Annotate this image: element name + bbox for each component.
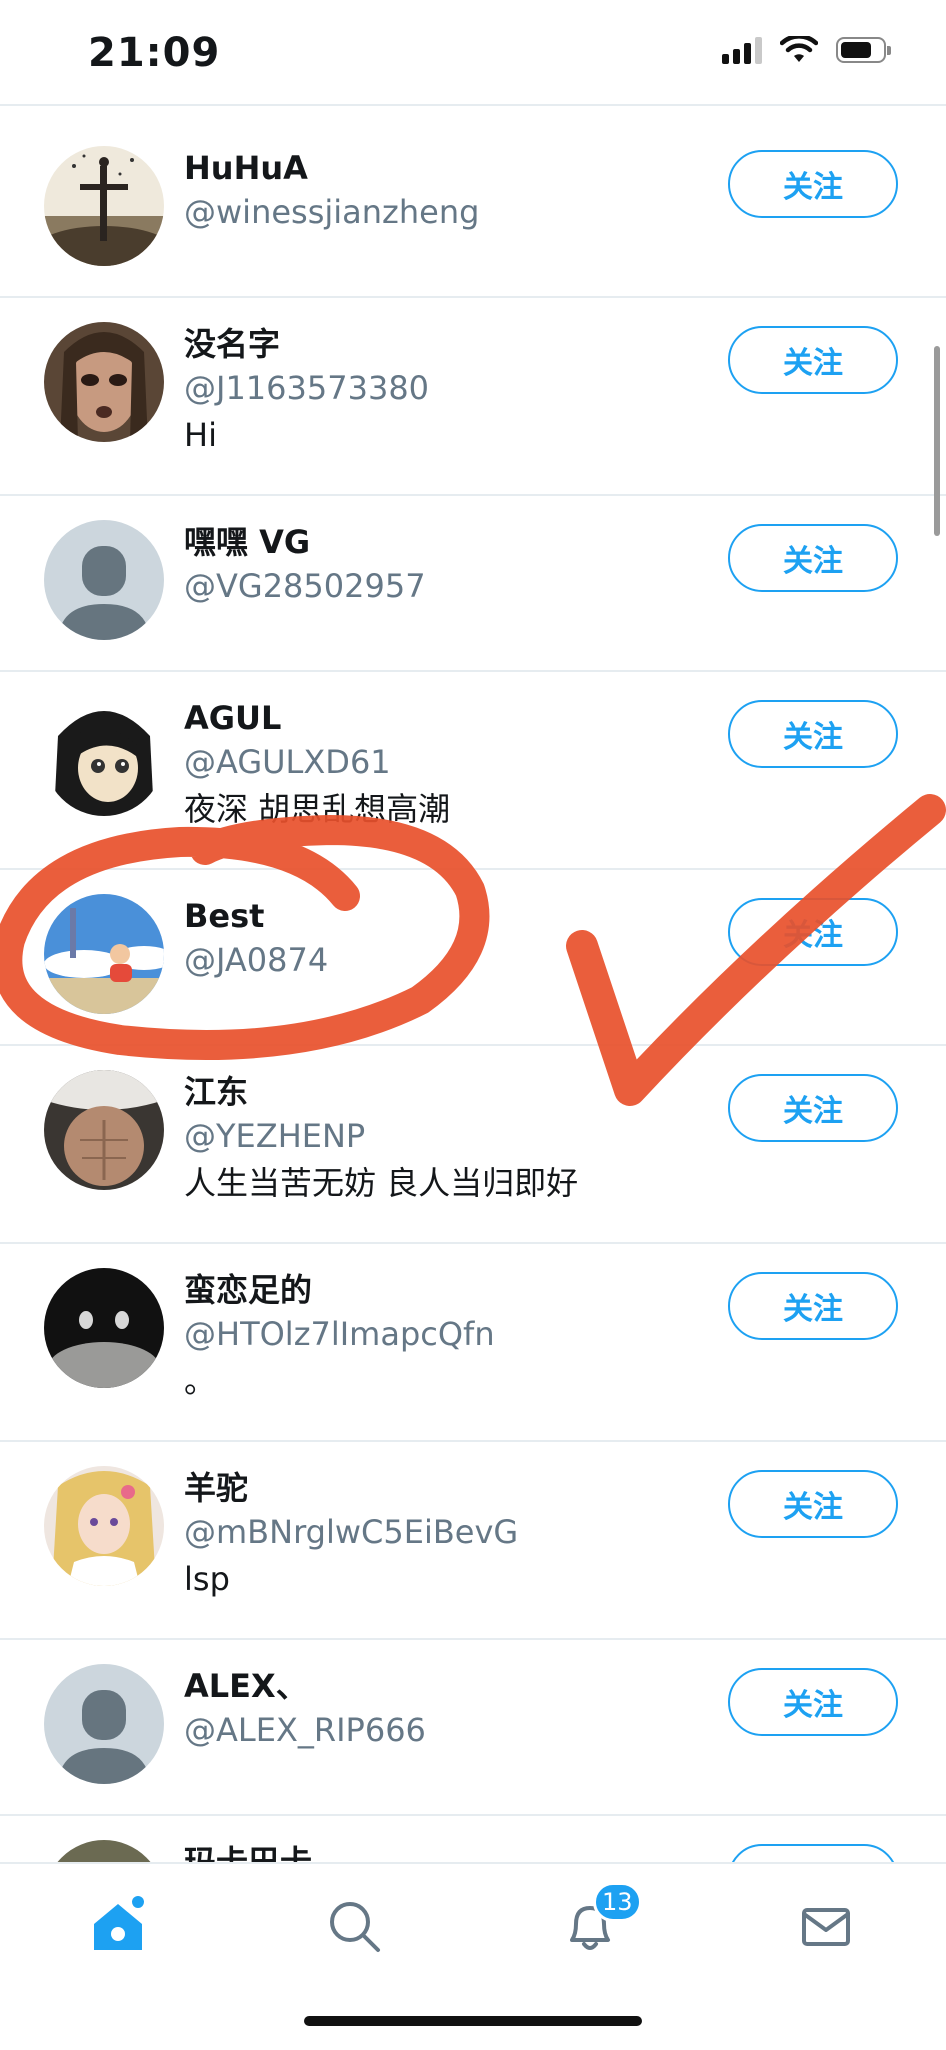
follow-button[interactable]: 关注	[728, 1074, 898, 1142]
cellular-signal-icon	[722, 36, 762, 64]
follow-button[interactable]: 关注	[728, 1668, 898, 1736]
user-info: Best @JA0874	[184, 894, 704, 982]
follow-button[interactable]: 关注	[728, 700, 898, 768]
follow-button[interactable]: 关注	[728, 150, 898, 218]
default-avatar-icon[interactable]	[44, 1664, 164, 1784]
avatar[interactable]	[44, 1466, 164, 1586]
home-icon	[94, 1896, 144, 1950]
mail-icon	[802, 1908, 850, 1946]
default-avatar-icon[interactable]	[44, 520, 164, 640]
user-info: ALEX、 @ALEX_RIP666	[184, 1664, 704, 1752]
user-name: 没名字	[184, 325, 281, 363]
user-bio: 。	[184, 1362, 217, 1400]
list-item[interactable]: AGUL @AGULXD61 夜深 胡思乱想高潮 关注	[0, 672, 946, 870]
search-icon	[330, 1902, 380, 1952]
user-handle: @J1163573380	[184, 369, 430, 407]
user-handle: @AGULXD61	[184, 743, 391, 781]
user-name: 蛮恋足的	[184, 1271, 313, 1309]
follow-button[interactable]: 关注	[728, 1844, 898, 1862]
user-bio: 夜深 胡思乱想高潮	[184, 790, 451, 828]
user-handle: @VG28502957	[184, 567, 426, 605]
user-bio: 人生当苦无妨 良人当归即好	[184, 1164, 579, 1202]
list-item[interactable]: 玛卡巴卡 关注	[0, 1816, 946, 1862]
user-info: 玛卡巴卡	[184, 1840, 704, 1862]
user-info: 没名字 @J1163573380 Hi	[184, 322, 704, 460]
user-name: HuHuA	[184, 149, 308, 187]
wifi-icon	[780, 36, 818, 62]
user-name: 玛卡巴卡	[184, 1843, 313, 1862]
follow-button[interactable]: 关注	[728, 1470, 898, 1538]
follow-button[interactable]: 关注	[728, 1272, 898, 1340]
tab-search[interactable]	[322, 1894, 386, 1958]
list-item[interactable]: 蛮恋足的 @HTOlz7lImapcQfn 。 关注	[0, 1244, 946, 1442]
user-name: 羊驼	[184, 1469, 249, 1507]
user-handle: @JA0874	[184, 941, 329, 979]
user-name: 江东	[184, 1073, 249, 1111]
follow-button[interactable]: 关注	[728, 524, 898, 592]
avatar[interactable]	[44, 322, 164, 442]
status-bar: 21:09	[0, 0, 946, 104]
status-icons	[722, 36, 891, 64]
avatar[interactable]	[44, 1268, 164, 1388]
user-bio: Hi	[184, 416, 217, 454]
avatar[interactable]	[44, 894, 164, 1014]
avatar[interactable]	[44, 1070, 164, 1190]
user-name: ALEX、	[184, 1667, 308, 1705]
user-info: HuHuA @winessjianzheng	[184, 146, 704, 234]
avatar[interactable]	[44, 146, 164, 266]
list-item[interactable]: 羊驼 @mBNrglwC5EiBevG lsp 关注	[0, 1442, 946, 1640]
user-handle: @HTOlz7lImapcQfn	[184, 1315, 495, 1353]
follow-button[interactable]: 关注	[728, 898, 898, 966]
list-item[interactable]: ALEX、 @ALEX_RIP666 关注	[0, 1640, 946, 1816]
list-item[interactable]: 江东 @YEZHENP 人生当苦无妨 良人当归即好 关注	[0, 1046, 946, 1244]
user-handle: @mBNrglwC5EiBevG	[184, 1513, 519, 1551]
header-divider	[0, 104, 946, 106]
list-item[interactable]: 嘿嘿 VG @VG28502957 关注	[0, 496, 946, 672]
list-item[interactable]: HuHuA @winessjianzheng 关注	[0, 122, 946, 298]
tab-home[interactable]	[86, 1894, 150, 1958]
status-time: 21:09	[88, 30, 221, 76]
user-name: AGUL	[184, 699, 282, 737]
user-handle: @winessjianzheng	[184, 193, 480, 231]
list-item[interactable]: 没名字 @J1163573380 Hi 关注	[0, 298, 946, 496]
user-info: 羊驼 @mBNrglwC5EiBevG lsp	[184, 1466, 704, 1604]
user-bio: lsp	[184, 1560, 230, 1598]
scroll-indicator	[934, 346, 940, 536]
user-handle: @ALEX_RIP666	[184, 1711, 426, 1749]
notification-badge: 13	[593, 1882, 642, 1922]
user-handle: @YEZHENP	[184, 1117, 366, 1155]
user-info: 江东 @YEZHENP 人生当苦无妨 良人当归即好	[184, 1070, 704, 1208]
follow-button[interactable]: 关注	[728, 326, 898, 394]
avatar[interactable]	[44, 1840, 164, 1862]
avatar[interactable]	[44, 696, 164, 816]
list-item[interactable]: Best @JA0874 关注	[0, 870, 946, 1046]
home-indicator[interactable]	[304, 2016, 642, 2026]
user-info: 嘿嘿 VG @VG28502957	[184, 520, 704, 608]
user-info: AGUL @AGULXD61 夜深 胡思乱想高潮	[184, 696, 704, 834]
user-info: 蛮恋足的 @HTOlz7lImapcQfn 。	[184, 1268, 704, 1406]
battery-icon	[836, 37, 891, 63]
user-name: Best	[184, 897, 265, 935]
user-name: 嘿嘿 VG	[184, 523, 311, 561]
tab-messages[interactable]	[794, 1894, 858, 1958]
user-list[interactable]: HuHuA @winessjianzheng 关注 没名字 @J11635733…	[0, 122, 946, 1862]
